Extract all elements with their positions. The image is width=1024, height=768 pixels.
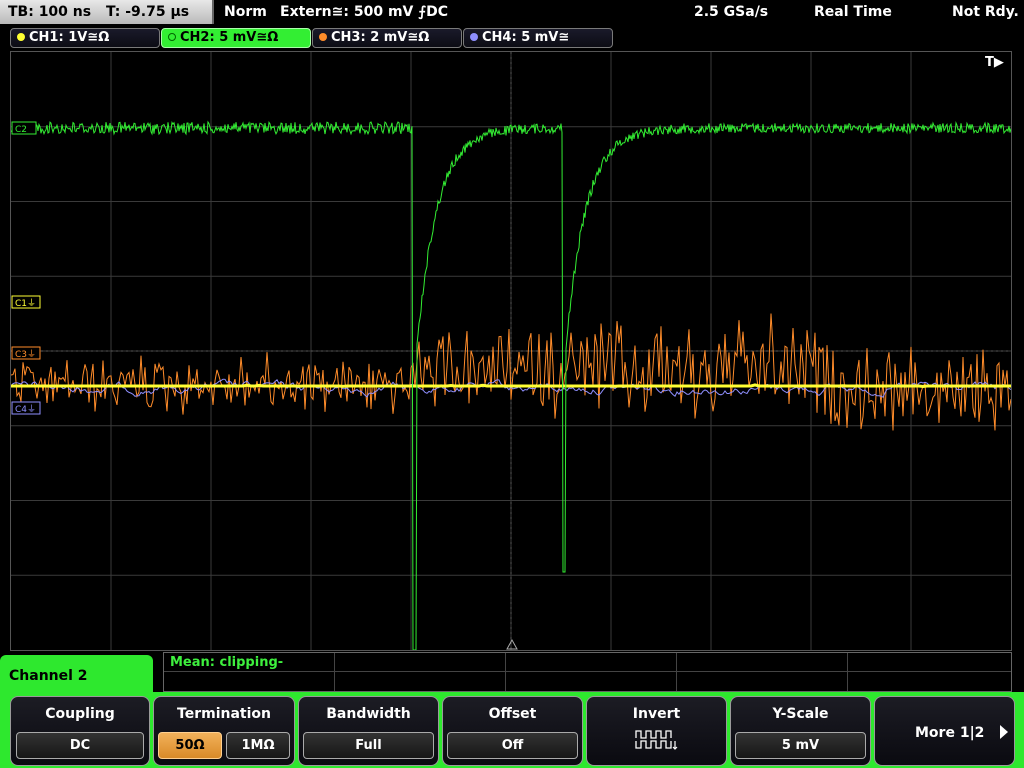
coupling-softkey[interactable]: Coupling DC [10, 696, 150, 766]
bandwidth-value[interactable]: Full [303, 732, 434, 759]
ch3-marker-label: C3⏚ [15, 349, 36, 360]
channel-tab-3-label: CH3: 2 mV≅Ω [331, 30, 430, 45]
ch3-reference-marker: C3⏚ [11, 346, 41, 360]
yscale-softkey[interactable]: Y-Scale 5 mV [730, 696, 871, 766]
coupling-value[interactable]: DC [16, 732, 144, 759]
trigger-marker: T▶ [985, 55, 1004, 70]
measurement-bar: Mean: clipping- [163, 652, 1012, 692]
acquisition-mode[interactable]: Real Time [814, 0, 892, 24]
ch1-reference-marker: C1⏚ [11, 295, 41, 309]
more-softkey[interactable]: More 1|2 [874, 696, 1015, 766]
ch2-reference-marker: C2 [11, 121, 37, 135]
invert-softkey[interactable]: Invert [586, 696, 727, 766]
ch4-marker-label: C4⏚ [15, 404, 36, 415]
more-label: More 1|2 [915, 725, 985, 741]
termination-softkey[interactable]: Termination 50Ω 1MΩ [153, 696, 295, 766]
timebase-display[interactable]: TB: 100 ns T: -9.75 µs [0, 0, 214, 24]
waveform-display[interactable]: C1⏚ C3⏚ C4⏚ C2 T▶ [10, 51, 1012, 651]
channel-tab-3[interactable]: CH3: 2 mV≅Ω [312, 28, 462, 48]
offset-title: Offset [488, 706, 537, 722]
offset-softkey[interactable]: Offset Off [442, 696, 583, 766]
trigger-mode[interactable]: Norm [224, 0, 267, 24]
sample-rate: 2.5 GSa/s [694, 4, 769, 20]
offset-value[interactable]: Off [447, 732, 578, 759]
termination-title: Termination [177, 706, 271, 722]
coupling-title: Coupling [45, 706, 115, 722]
channel-tab-4-label: CH4: 5 mV≅ [482, 30, 570, 45]
channel-tab-1-label: CH1: 1V≅Ω [29, 30, 110, 45]
invert-waveform-icon [635, 730, 678, 750]
channel-1-color-dot [17, 32, 25, 41]
channel-2-color-dot [168, 32, 176, 41]
channel-3-color-dot [319, 32, 327, 41]
bandwidth-title: Bandwidth [326, 706, 411, 722]
trigger-time-value: T: -9.75 µs [105, 4, 190, 20]
graticule-grid [11, 52, 1011, 650]
trigger-position-marker [506, 638, 518, 650]
channel-tab-4[interactable]: CH4: 5 mV≅ [463, 28, 613, 48]
yscale-value[interactable]: 5 mV [735, 732, 866, 759]
channel-tab-1[interactable]: CH1: 1V≅Ω [10, 28, 160, 48]
acquisition-state: Not Rdy. [952, 4, 1019, 20]
trigger-source[interactable]: Extern≅: 500 mV ⨍DC [280, 0, 448, 24]
channel-tab-2[interactable]: CH2: 5 mV≅Ω [161, 28, 311, 48]
bandwidth-softkey[interactable]: Bandwidth Full [298, 696, 439, 766]
ch2-marker-label: C2 [15, 125, 27, 135]
invert-title: Invert [632, 706, 681, 722]
ch1-marker-label: C1⏚ [15, 298, 36, 309]
termination-option-50ohm[interactable]: 50Ω [158, 732, 222, 759]
waveform-canvas: C1⏚ C3⏚ C4⏚ C2 T▶ [11, 52, 1011, 650]
termination-option-1mohm[interactable]: 1MΩ [226, 732, 290, 759]
measurement-readout: Mean: clipping- [170, 655, 284, 670]
yscale-title: Y-Scale [772, 706, 829, 722]
timebase-value: TB: 100 ns [8, 4, 92, 20]
channel-tab-2-label: CH2: 5 mV≅Ω [180, 30, 279, 45]
softkey-bar: Coupling DC Termination 50Ω 1MΩ Bandwidt… [0, 692, 1024, 768]
waveform-ch1 [11, 383, 1011, 389]
next-page-icon [1000, 725, 1008, 739]
ch4-reference-marker: C4⏚ [11, 401, 41, 415]
channel-4-color-dot [470, 32, 478, 41]
status-bar: TB: 100 ns T: -9.75 µs Norm Extern≅: 500… [0, 0, 1024, 24]
